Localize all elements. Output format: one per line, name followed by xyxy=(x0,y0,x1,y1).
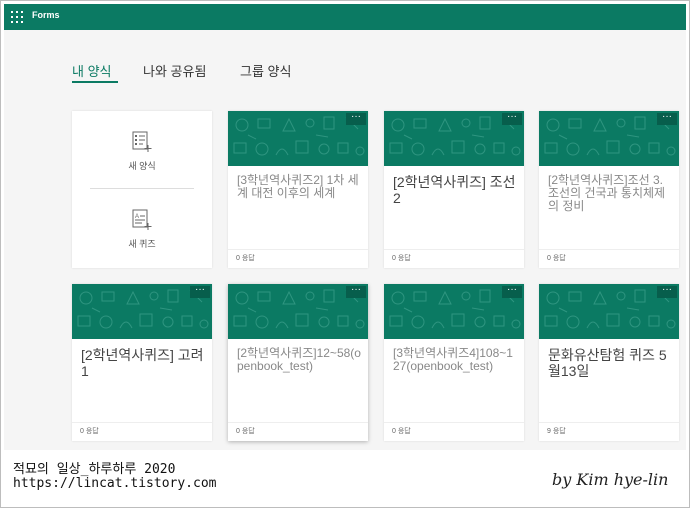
tab-label: 내 양식 xyxy=(72,64,112,79)
blog-name: 적묘의 일상_하루하루 2020 xyxy=(13,462,176,477)
blog-url: https://lincat.tistory.com xyxy=(13,476,217,491)
form-card[interactable]: ··· [3학년역사퀴즈4]108~127(openbook_test) 0 응… xyxy=(384,284,524,441)
response-count: 0 응답 xyxy=(392,255,411,262)
more-options-icon[interactable]: ··· xyxy=(502,112,522,125)
form-title: [3학년역사퀴즈4]108~127(openbook_test) xyxy=(393,346,513,373)
divider xyxy=(384,422,524,423)
divider xyxy=(539,249,679,250)
main-area: 내 양식 나와 공유됨 그룹 양식 새 양식 A 새 퀴즈 ··· [3학년역사… xyxy=(4,30,686,450)
form-card[interactable]: ··· [2학년역사퀴즈] 고려1 0 응답 xyxy=(72,284,212,441)
more-options-icon[interactable]: ··· xyxy=(190,285,210,298)
response-count: 9 응답 xyxy=(547,428,566,435)
more-options-icon[interactable]: ··· xyxy=(502,285,522,298)
tab-my-forms[interactable]: 내 양식 xyxy=(72,61,118,83)
new-quiz-label: 새 퀴즈 xyxy=(128,239,156,249)
divider xyxy=(539,422,679,423)
new-quiz-icon: A xyxy=(132,209,152,230)
tab-shared-with-me[interactable]: 나와 공유됨 xyxy=(143,61,206,80)
form-title: 문화유산탐험 퀴즈 5월13일 xyxy=(548,347,667,379)
new-form-button[interactable]: 새 양식 xyxy=(72,111,212,181)
form-title: [2학년역사퀴즈] 조선2 xyxy=(393,174,516,206)
more-options-icon[interactable]: ··· xyxy=(346,285,366,298)
app-name[interactable]: Forms xyxy=(32,10,60,20)
form-title: [2학년역사퀴즈]조선 3. 조선의 건국과 통치체제의 정비 xyxy=(548,173,666,213)
divider xyxy=(228,422,368,423)
form-card[interactable]: ··· [3학년역사퀴즈2] 1차 세계 대전 이후의 세계 0 응답 xyxy=(228,111,368,268)
response-count: 0 응답 xyxy=(236,428,255,435)
form-card[interactable]: ··· 문화유산탐험 퀴즈 5월13일 9 응답 xyxy=(539,284,679,441)
new-form-label: 새 양식 xyxy=(128,161,156,171)
svg-text:A: A xyxy=(135,214,139,220)
waffle-icon[interactable] xyxy=(11,11,23,23)
form-card[interactable]: ··· [2학년역사퀴즈]12~58(openbook_test) 0 응답 xyxy=(228,284,368,441)
top-bar: Forms xyxy=(4,4,686,30)
more-options-icon[interactable]: ··· xyxy=(657,112,677,125)
response-count: 0 응답 xyxy=(392,428,411,435)
form-title: [3학년역사퀴즈2] 1차 세계 대전 이후의 세계 xyxy=(237,173,359,200)
tab-group-forms[interactable]: 그룹 양식 xyxy=(240,61,291,80)
new-actions-card: 새 양식 A 새 퀴즈 xyxy=(72,111,212,268)
response-count: 0 응답 xyxy=(547,255,566,262)
active-tab-indicator xyxy=(72,81,118,83)
response-count: 0 응답 xyxy=(80,428,99,435)
new-quiz-button[interactable]: A 새 퀴즈 xyxy=(72,189,212,259)
response-count: 0 응답 xyxy=(236,255,255,262)
signature: by Kim hye-lin xyxy=(552,470,669,489)
more-options-icon[interactable]: ··· xyxy=(346,112,366,125)
new-form-icon xyxy=(132,131,152,152)
more-options-icon[interactable]: ··· xyxy=(657,285,677,298)
form-card[interactable]: ··· [2학년역사퀴즈] 조선2 0 응답 xyxy=(384,111,524,268)
divider xyxy=(72,422,212,423)
form-title: [2학년역사퀴즈]12~58(openbook_test) xyxy=(237,346,361,373)
form-title: [2학년역사퀴즈] 고려1 xyxy=(81,347,204,379)
divider xyxy=(384,249,524,250)
form-card[interactable]: ··· [2학년역사퀴즈]조선 3. 조선의 건국과 통치체제의 정비 0 응답 xyxy=(539,111,679,268)
divider xyxy=(228,249,368,250)
